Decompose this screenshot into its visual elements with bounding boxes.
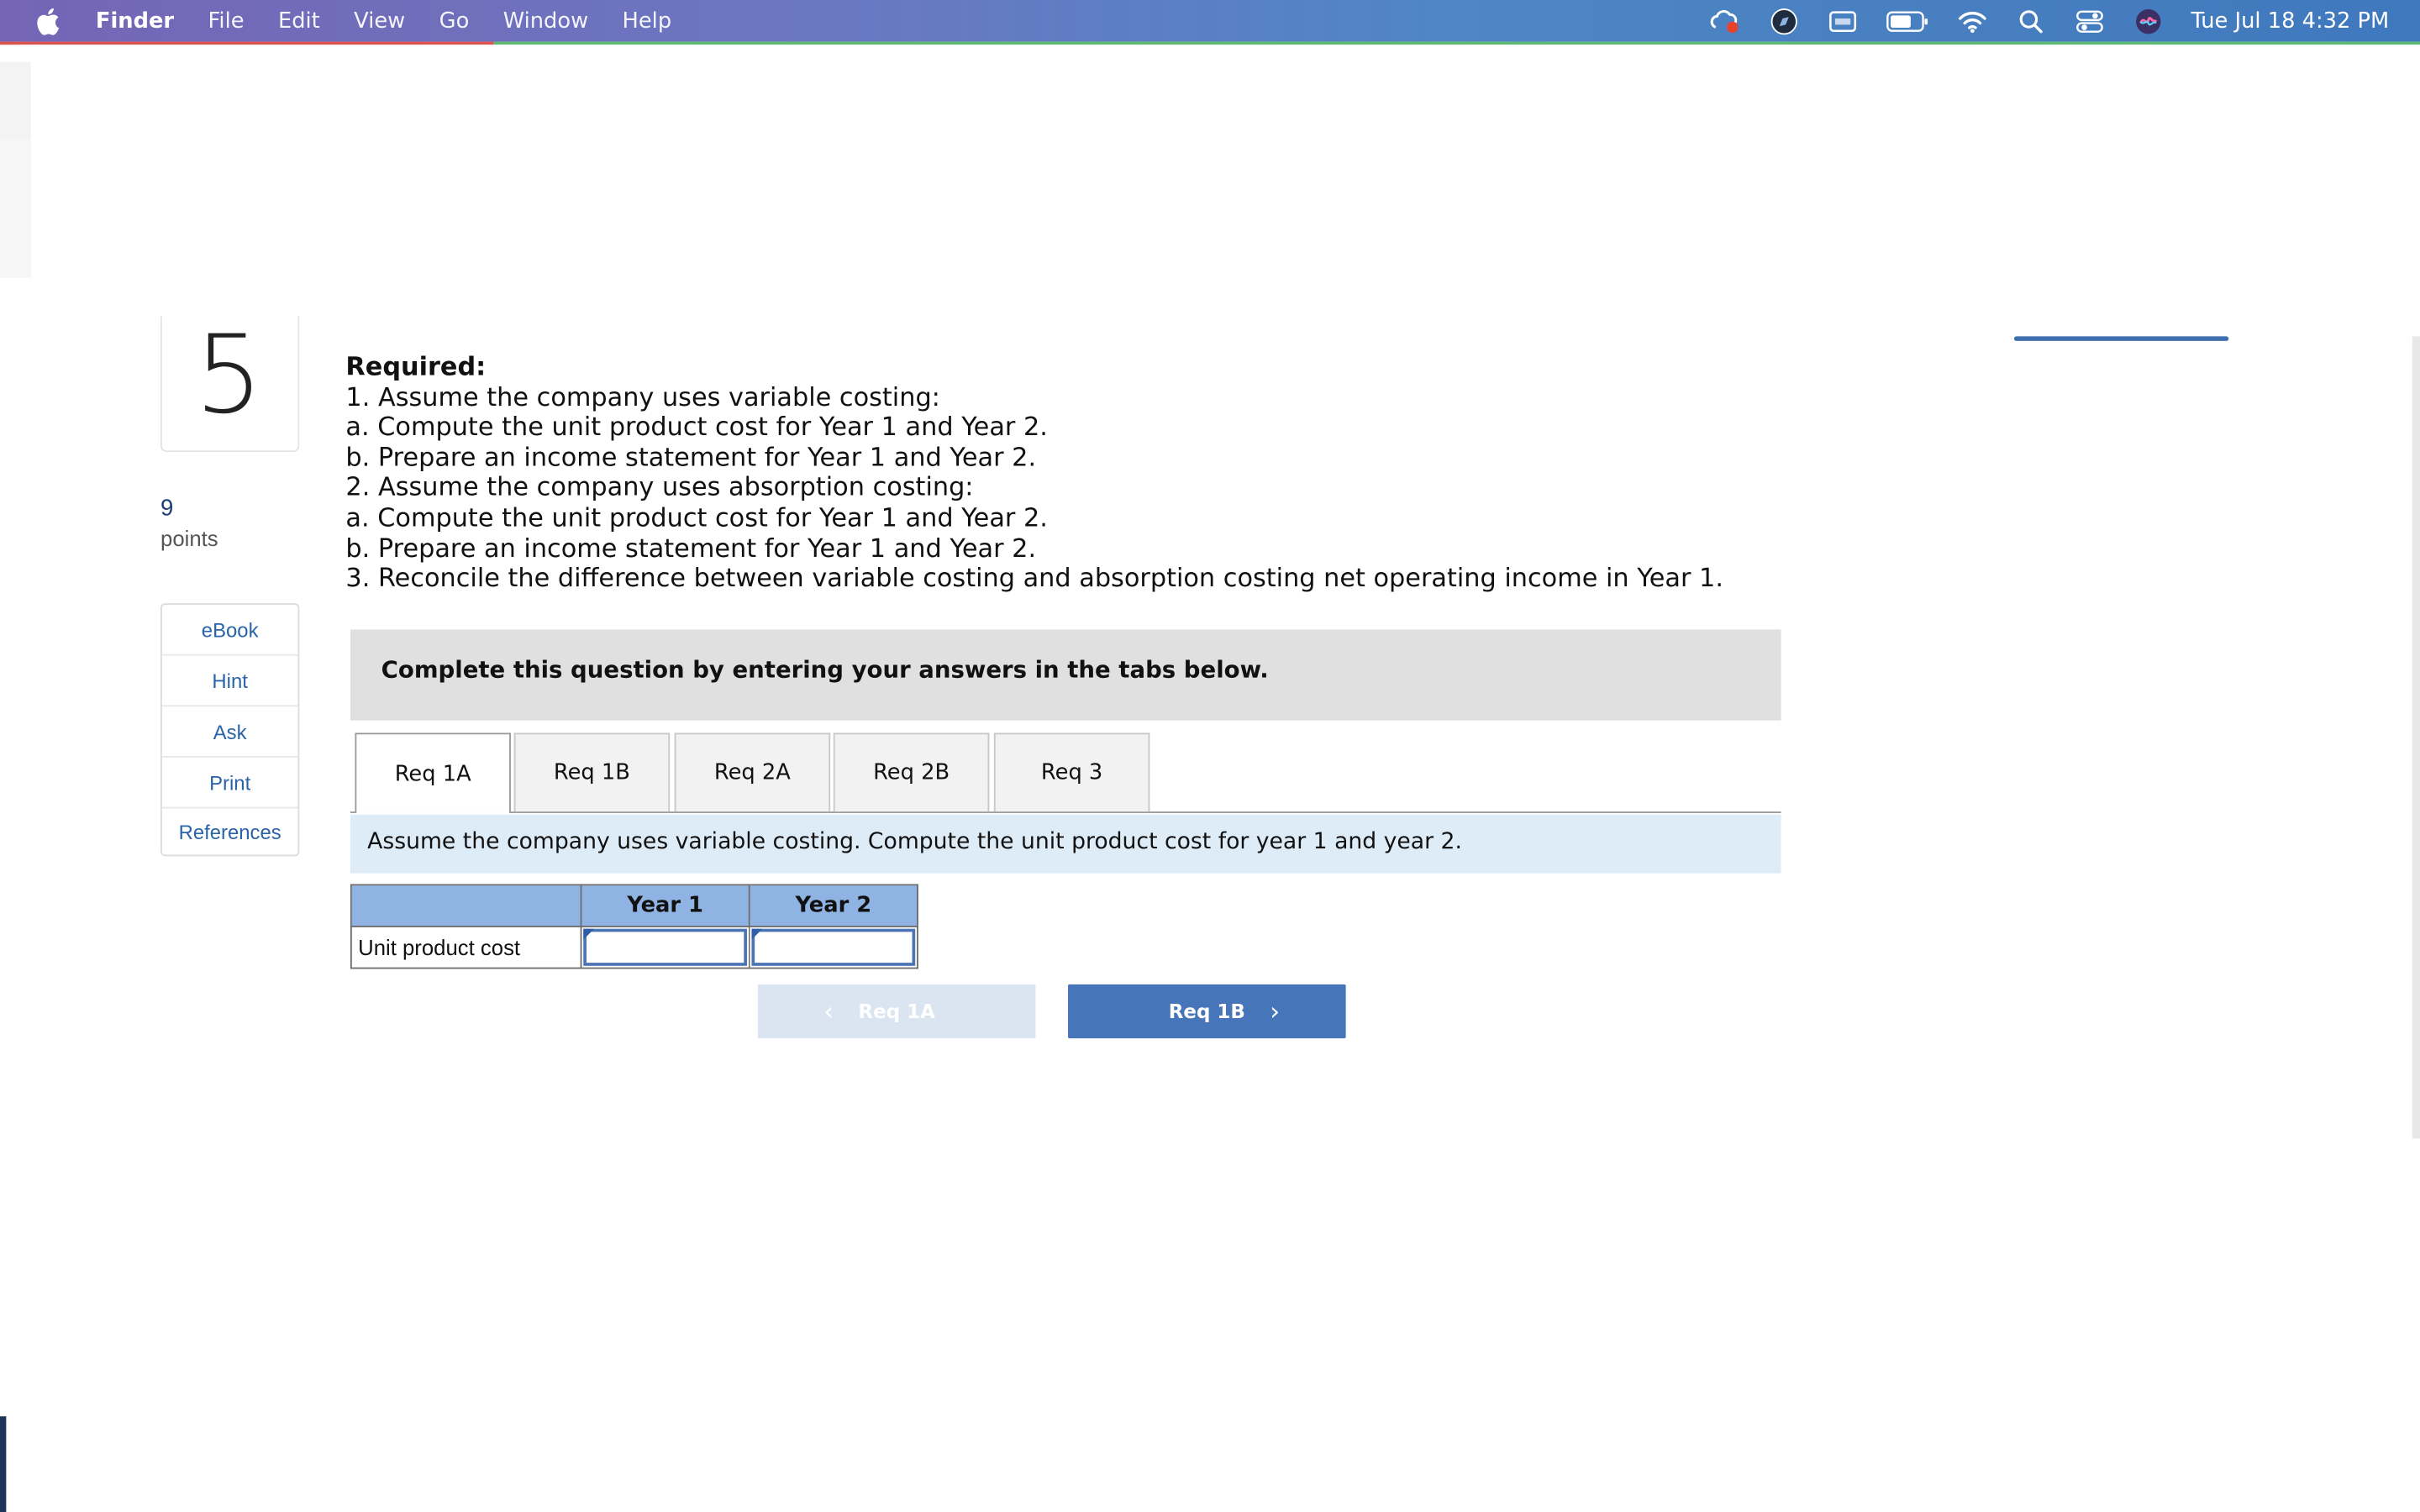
menu-window[interactable]: Window (503, 8, 588, 33)
required-line: b. Prepare an income statement for Year … (345, 533, 1037, 563)
display-icon[interactable] (1827, 7, 1858, 34)
points-label: points (160, 526, 218, 551)
references-link[interactable]: References (162, 808, 298, 854)
points-value: 9 (160, 495, 174, 522)
tab-req-2b[interactable]: Req 2B (833, 732, 990, 812)
status-area: Tue Jul 18 4:32 PM (1681, 0, 2389, 42)
chevron-left-icon: ‹ (823, 996, 834, 1026)
required-title: Required: (345, 351, 487, 381)
menu-view[interactable]: View (354, 8, 405, 33)
unit-product-cost-label: Unit product cost (350, 926, 582, 969)
table-row: Unit product cost (350, 926, 918, 969)
menu-finder[interactable]: Finder (96, 8, 174, 33)
question-number: 5 (194, 312, 264, 438)
required-line: b. Prepare an income statement for Year … (345, 442, 1037, 472)
tab-req-1a[interactable]: Req 1A (355, 732, 511, 813)
tab-instruction-text: Assume the company uses variable costing… (367, 830, 1462, 855)
page-scrollbar[interactable] (2412, 336, 2420, 1139)
menu-bar: Finder File Edit View Go Window Help Tue… (0, 0, 2420, 42)
question-tools: eBook Hint Ask Print References (160, 603, 300, 857)
required-line: 1. Assume the company uses variable cost… (345, 381, 940, 412)
prev-tab-button[interactable]: ‹ Req 1A ‹ (757, 984, 1036, 1039)
instruction-banner: Complete this question by entering your … (350, 629, 1781, 721)
menu-go[interactable]: Go (439, 8, 470, 33)
menu-edit[interactable]: Edit (278, 8, 320, 33)
next-tab-button[interactable]: › Req 1B › (1068, 984, 1346, 1039)
tab-req-3[interactable]: Req 3 (993, 732, 1150, 812)
tab-req-1b[interactable]: Req 1B (513, 732, 671, 812)
ask-link[interactable]: Ask (161, 706, 298, 758)
chevron-right-icon: › (1270, 996, 1281, 1026)
instruction-text: Complete this question by entering your … (381, 655, 1269, 684)
ebook-link[interactable]: eBook (161, 605, 298, 656)
siri-icon[interactable] (2133, 7, 2164, 34)
table-header-year-1: Year 1 (580, 884, 750, 927)
year-2-unit-cost-input[interactable] (755, 932, 913, 963)
required-instructions: Required: 1. Assume the company uses var… (345, 352, 1765, 594)
tab-req-2a[interactable]: Req 2A (674, 732, 831, 812)
control-center-icon[interactable] (2074, 7, 2105, 34)
left-gutter-panel (0, 139, 31, 278)
dock-edge (0, 1416, 7, 1512)
creative-cloud-icon[interactable] (1709, 7, 1740, 34)
year-1-cell[interactable] (580, 926, 750, 969)
screen: Finder File Edit View Go Window Help Tue… (0, 0, 2420, 1512)
table-header-year-2: Year 2 (748, 884, 918, 927)
required-line: 2. Assume the company uses absorption co… (345, 472, 974, 502)
apple-icon[interactable] (35, 7, 60, 34)
year-2-cell[interactable] (748, 926, 918, 969)
menu-help[interactable]: Help (623, 8, 672, 33)
req-tabs: Req 1A Req 1B Req 2A Req 2B Req 3 (350, 732, 1781, 813)
required-line: a. Compute the unit product cost for Yea… (345, 412, 1048, 442)
prev-tab-label: Req 1A (858, 1000, 935, 1023)
battery-icon[interactable] (1886, 7, 1928, 34)
tab-instruction: Assume the company uses variable costing… (350, 814, 1781, 874)
menu-file[interactable]: File (208, 8, 245, 33)
search-icon[interactable] (2015, 7, 2046, 34)
menu-clock[interactable]: Tue Jul 18 4:32 PM (2191, 8, 2389, 33)
required-line: a. Compute the unit product cost for Yea… (345, 502, 1048, 533)
wifi-icon[interactable] (1956, 7, 1987, 34)
table-header-row: Year 1 Year 2 (350, 884, 918, 927)
year-1-unit-cost-input[interactable] (586, 932, 744, 963)
answer-table: Year 1 Year 2 Unit product cost (350, 884, 918, 969)
table-header-blank (350, 884, 582, 927)
required-line: 3. Reconcile the difference between vari… (345, 563, 1723, 593)
print-link[interactable]: Print (161, 758, 298, 809)
hint-link[interactable]: Hint (161, 656, 298, 707)
next-tab-label: Req 1B (1168, 1000, 1245, 1023)
header-accent-bar (2013, 336, 2229, 341)
compass-icon[interactable] (1768, 7, 1799, 34)
